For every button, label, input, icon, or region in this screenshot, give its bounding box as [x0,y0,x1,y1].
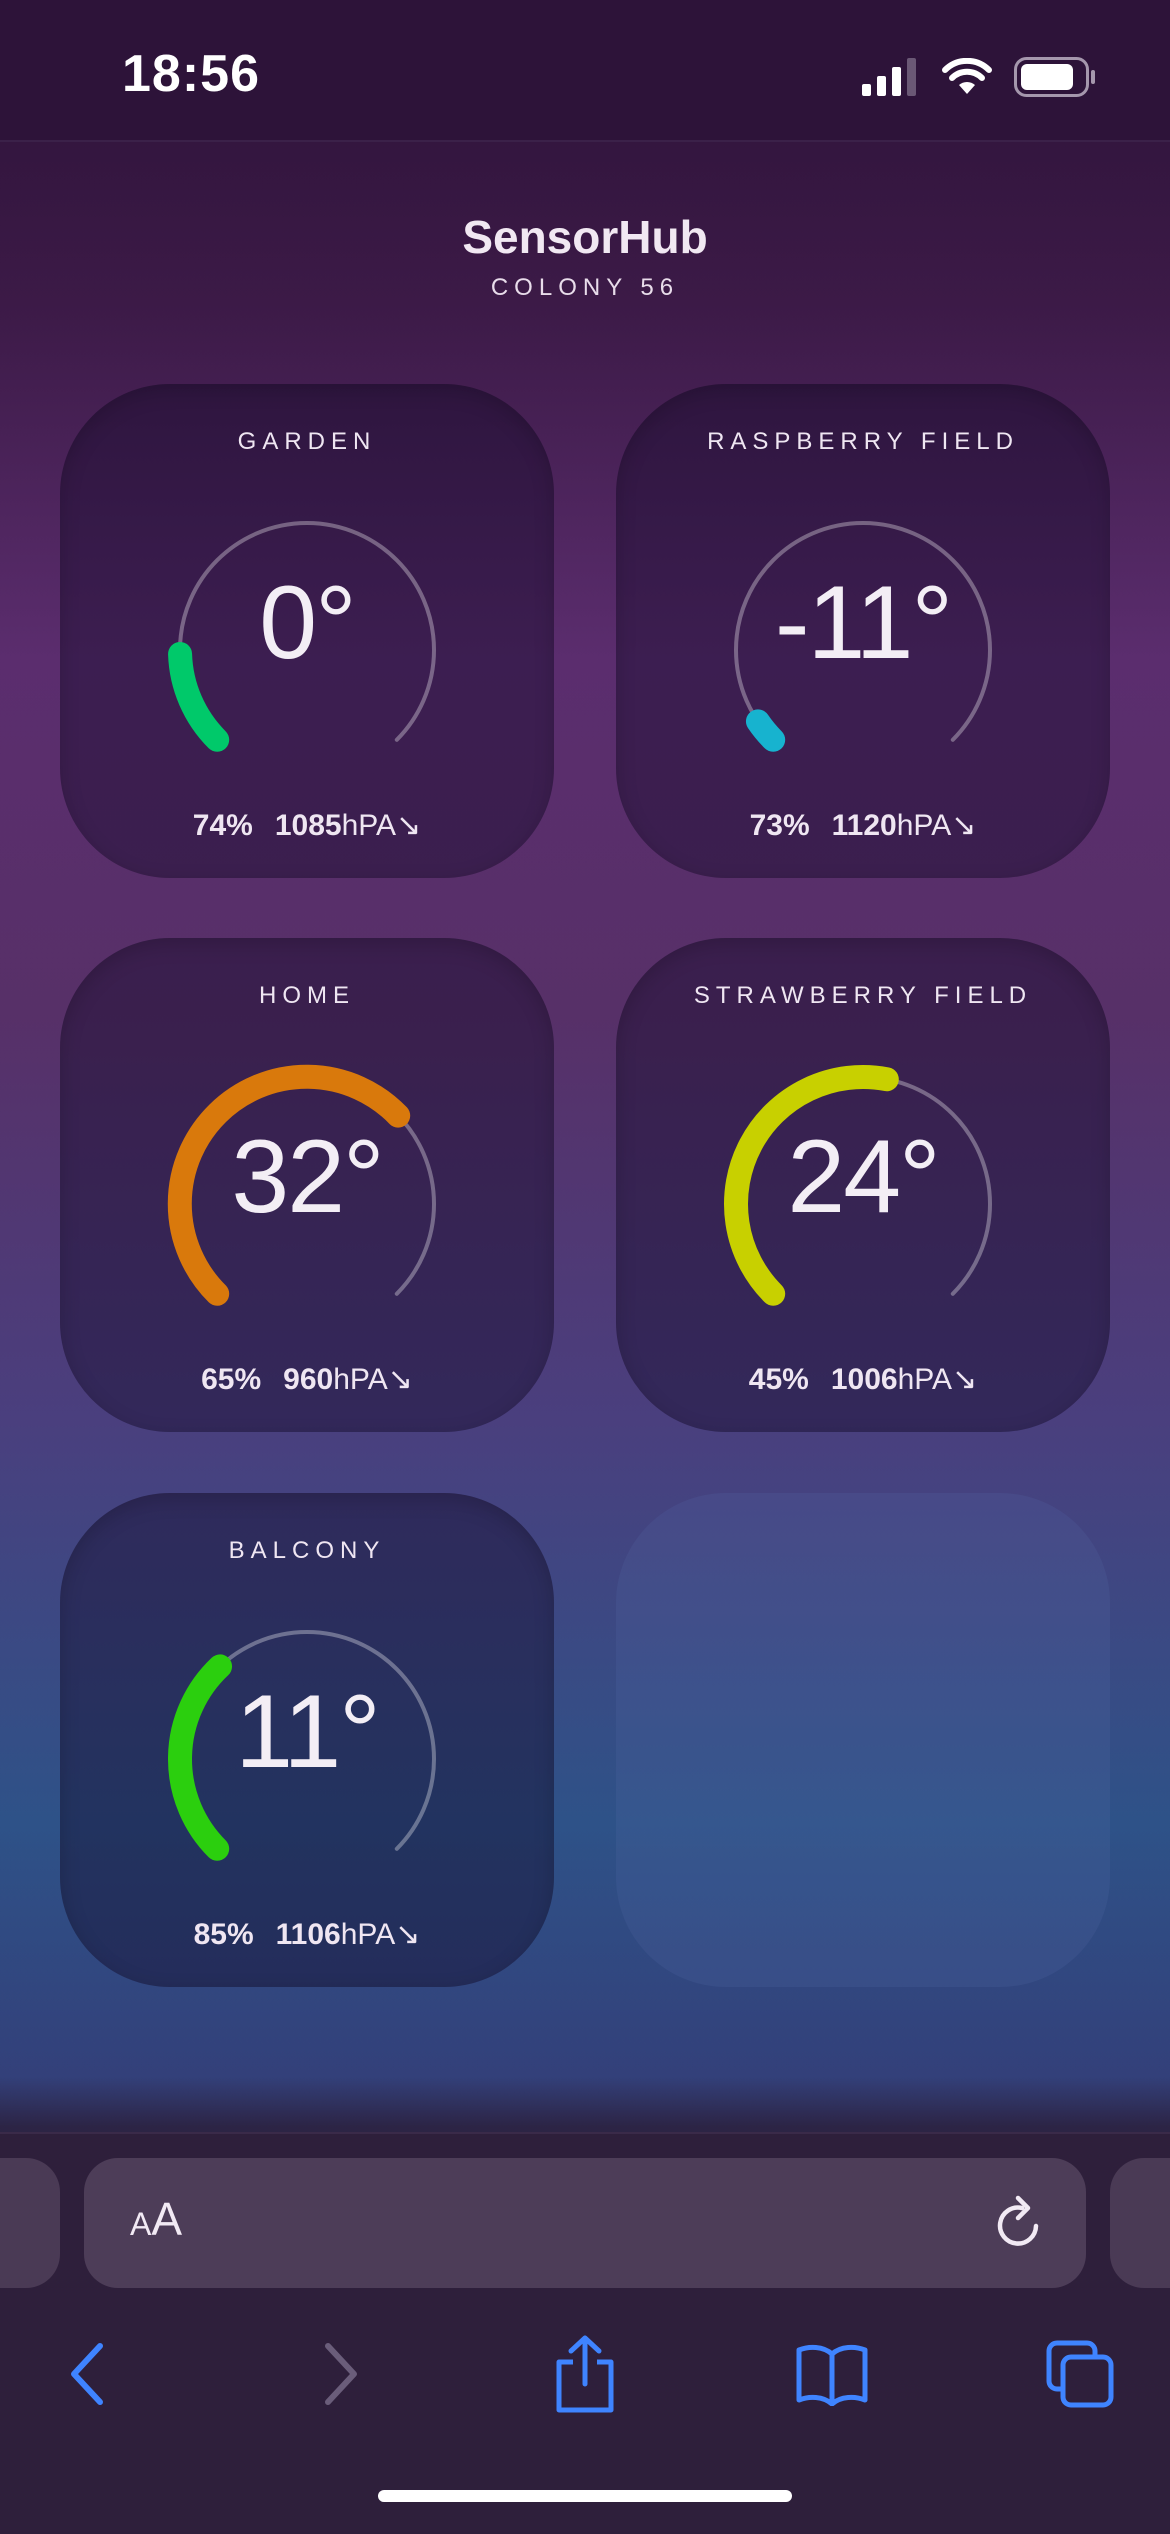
pressure-value: 1006 [830,1363,898,1396]
empty-sensor-slot [616,1493,1110,1987]
reload-icon[interactable] [992,2194,1048,2254]
back-button[interactable] [38,2324,138,2424]
next-tab-preview[interactable] [1110,2158,1170,2288]
forward-button[interactable] [290,2324,390,2424]
sensor-card-home[interactable]: HOME 32° 65% 960hPA↘ [60,938,554,1432]
app-title: SensorHub [462,211,708,263]
pressure-trend-icon: ↘ [395,1918,421,1951]
sensor-name: RASPBERRY FIELD [707,428,1019,455]
pressure-unit: hPA [341,809,397,842]
temperature-value: 24° [787,1119,940,1235]
pressure-trend-icon: ↘ [387,1363,413,1396]
previous-tab-preview[interactable] [0,2158,60,2288]
tabs-icon [1046,2340,1114,2408]
browser-nav [0,2324,1170,2444]
bookmarks-button[interactable] [782,2324,882,2424]
pressure-value: 1120 [831,809,897,842]
text-size-icon[interactable]: AA [130,2192,182,2246]
sensor-card-strawberry-field[interactable]: STRAWBERRY FIELD 24° 45% 1006hPA↘ [616,938,1110,1432]
browser-toolbar: AA [0,2132,1170,2534]
pressure-unit: hPA [896,809,952,842]
humidity-value: 74% [192,809,253,842]
forward-icon [325,2343,357,2405]
sensor-card-balcony[interactable]: BALCONY 11° 85% 1106hPA↘ [60,1493,554,1987]
sensor-stats: 74% 1085hPA↘ [60,808,554,843]
sensor-name: BALCONY [228,1537,386,1564]
humidity-value: 73% [749,809,810,842]
pressure-value: 1085 [274,809,342,842]
pressure-trend-icon: ↘ [952,1363,978,1396]
pressure-trend-icon: ↘ [396,809,422,842]
pressure-value: 960 [283,1363,334,1396]
sensor-card-raspberry-field[interactable]: RASPBERRY FIELD -11° 73% 1120hPA↘ [616,384,1110,878]
sensor-stats: 73% 1120hPA↘ [616,808,1110,843]
sensor-name: HOME [259,982,355,1009]
address-bar[interactable]: AA [84,2158,1086,2288]
pressure-unit: hPA [333,1363,388,1396]
signal-icon [862,58,916,96]
tabs-button[interactable] [1030,2324,1130,2424]
pressure-unit: hPA [897,1363,953,1396]
pressure-trend-icon: ↘ [951,809,977,842]
status-icons [862,52,1096,102]
share-icon [556,2335,614,2413]
pressure-value: 1106 [275,1918,341,1951]
share-button[interactable] [535,2324,635,2424]
temperature-value: -11° [774,565,953,681]
sensor-card-garden[interactable]: GARDEN 0° 74% 1085hPA↘ [60,384,554,878]
status-time: 18:56 [122,45,260,103]
home-indicator [378,2490,792,2502]
humidity-value: 85% [193,1918,254,1951]
bookmarks-icon [796,2344,868,2406]
sensor-stats: 65% 960hPA↘ [60,1362,554,1397]
humidity-value: 65% [201,1363,262,1396]
app-subtitle: COLONY 56 [490,274,680,301]
status-bar: 18:56 [0,0,1170,142]
sensor-name: GARDEN [237,428,377,455]
wifi-icon [942,58,992,94]
gauge-value-arc [745,709,786,752]
sensor-stats: 45% 1006hPA↘ [616,1362,1110,1397]
temperature-value: 0° [259,565,356,681]
app-header: SensorHub COLONY 56 [0,210,1170,302]
temperature-value: 32° [231,1119,384,1235]
sensor-name: STRAWBERRY FIELD [693,982,1033,1009]
sensor-stats: 85% 1106hPA↘ [60,1917,554,1952]
pressure-unit: hPA [340,1918,396,1951]
battery-icon [1014,57,1095,97]
back-icon [71,2343,103,2405]
humidity-value: 45% [748,1363,809,1396]
temperature-value: 11° [235,1674,381,1790]
